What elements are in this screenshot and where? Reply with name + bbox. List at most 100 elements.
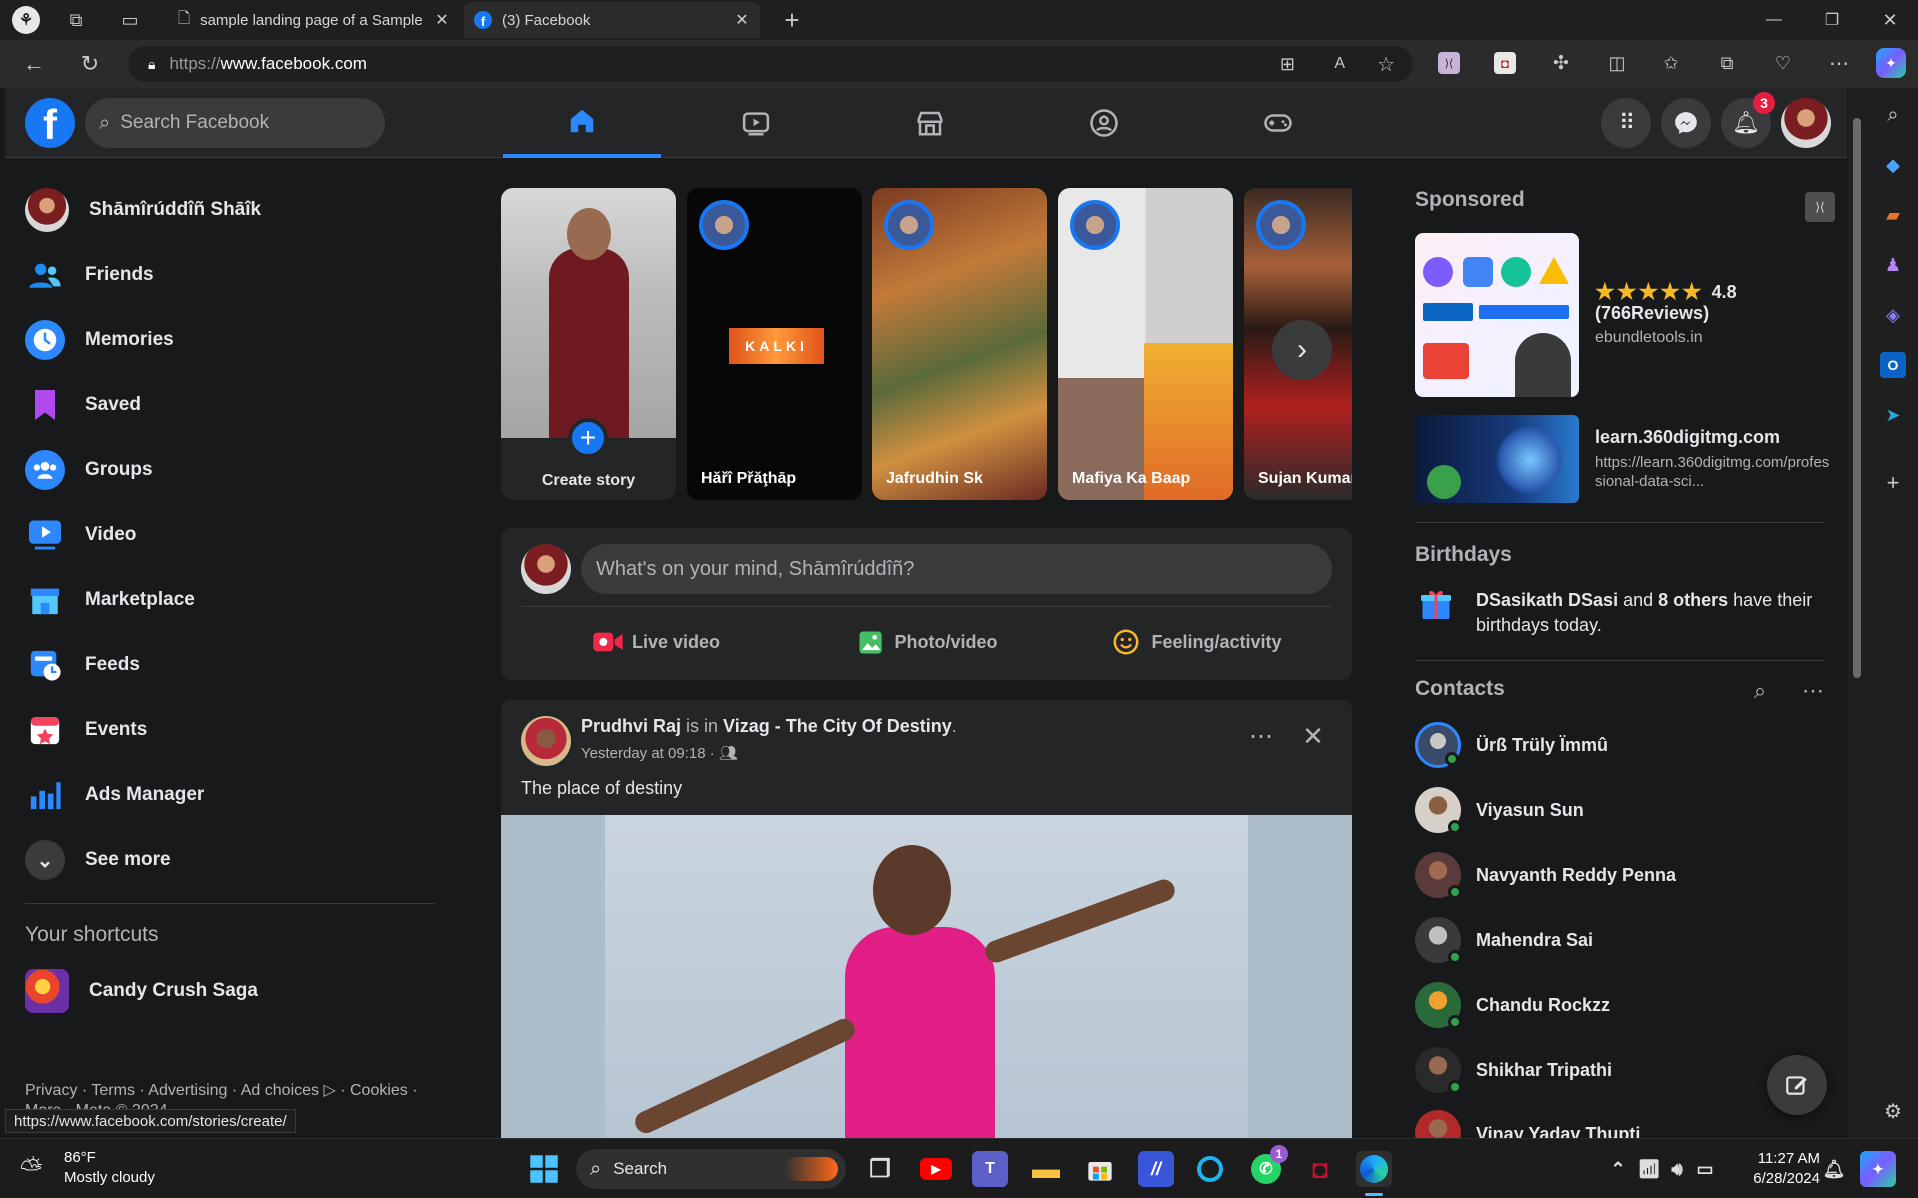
tools-icon[interactable]: ▰ <box>1880 202 1906 228</box>
contact-item[interactable]: Chandu Rockzz <box>1415 980 1610 1030</box>
facebook-search-input[interactable]: ⌕ Search Facebook <box>85 98 385 148</box>
outlook-icon[interactable]: O <box>1880 352 1906 378</box>
teams-icon[interactable]: T <box>972 1151 1008 1187</box>
facebook-logo[interactable]: f <box>25 98 75 148</box>
minimize-icon[interactable]: — <box>1760 6 1788 34</box>
wifi-icon[interactable]: 📶︎ <box>1636 1151 1662 1187</box>
restore-icon[interactable]: ❐ <box>1818 6 1846 34</box>
contact-item[interactable]: Vinay Yadav Thupti <box>1415 1110 1640 1138</box>
sidebar-item-friends[interactable]: Friends <box>25 250 154 300</box>
post-image[interactable] <box>501 815 1352 1138</box>
microsoft-store-icon[interactable] <box>1082 1151 1118 1187</box>
sponsored-ad[interactable]: learn.360digitmg.com https://learn.360di… <box>1415 415 1850 505</box>
sidebar-item-events[interactable]: Events <box>25 705 147 755</box>
tab-facebook[interactable]: f (3) Facebook ✕ <box>464 2 760 38</box>
close-window-icon[interactable]: ✕ <box>1876 6 1904 34</box>
new-message-button[interactable] <box>1767 1055 1827 1115</box>
see-more-button[interactable]: ⌄ See more <box>25 835 171 885</box>
nav-video[interactable] <box>677 88 835 158</box>
menu-button[interactable]: ⠿ <box>1601 98 1651 148</box>
copilot-taskbar-icon[interactable]: ✦ <box>1860 1151 1896 1187</box>
copilot-icon[interactable]: ✦ <box>1876 48 1906 78</box>
contacts-search-icon[interactable]: ⌕ <box>1745 676 1775 706</box>
live-video-button[interactable]: Live video <box>521 614 791 670</box>
shortcut-candy-crush[interactable]: Candy Crush Saga <box>25 966 258 1016</box>
url-field[interactable]: 🔒︎ https://www.facebook.com ⊞ A ☆ <box>128 46 1413 82</box>
youtube-icon[interactable]: ▶ <box>918 1151 954 1187</box>
shopping-tag-icon[interactable]: ◆ <box>1880 152 1906 178</box>
taskbar-search[interactable]: ⌕ Search <box>576 1149 846 1189</box>
code-editor-icon[interactable]: // <box>1138 1151 1174 1187</box>
feeling-activity-button[interactable]: Feeling/activity <box>1061 614 1332 670</box>
contacts-more-icon[interactable]: ⋯ <box>1798 676 1828 706</box>
post-author[interactable]: Prudhvi Raj <box>581 716 681 736</box>
search-icon[interactable]: ⌕ <box>1880 102 1906 128</box>
scrollbar-thumb[interactable] <box>1853 118 1861 678</box>
weather-widget[interactable]: ⛅︎ 86°F Mostly cloudy <box>20 1147 180 1191</box>
sidebar-settings-icon[interactable]: ⚙ <box>1880 1098 1906 1124</box>
ad-options-icon[interactable]: ⟩⟨ <box>1805 192 1835 222</box>
story-card[interactable]: Jafrudhin Sk <box>872 188 1047 500</box>
telegram-icon[interactable]: ➤ <box>1880 402 1906 428</box>
read-aloud-icon[interactable]: A <box>1334 55 1345 73</box>
task-view-icon[interactable]: ❐ <box>862 1151 898 1187</box>
split-screen-icon[interactable]: ◫ <box>1604 50 1630 76</box>
favorite-star-icon[interactable]: ☆ <box>1377 52 1395 77</box>
show-hidden-icons[interactable]: ⌃ <box>1600 1151 1636 1187</box>
post-more-icon[interactable]: ⋯ <box>1243 718 1279 754</box>
sidebar-item-saved[interactable]: Saved <box>25 380 141 430</box>
app-available-icon[interactable]: ⊞ <box>1280 54 1295 75</box>
collections-icon[interactable]: ⧉ <box>1714 50 1740 76</box>
post-close-icon[interactable]: ✕ <box>1295 718 1331 754</box>
back-icon[interactable]: ← <box>20 50 48 78</box>
page-scrollbar[interactable] <box>1848 88 1866 1138</box>
add-story-icon[interactable]: + <box>568 418 608 458</box>
messenger-button[interactable] <box>1661 98 1711 148</box>
story-card[interactable]: KALKI Hăřî Přăţhāp <box>687 188 862 500</box>
add-sidebar-app-icon[interactable]: + <box>1880 470 1906 496</box>
post-timestamp[interactable]: Yesterday at 09:18 · 👥︎ <box>581 744 738 762</box>
footer-links[interactable]: Privacy · Terms · Advertising · Ad choic… <box>25 1080 418 1100</box>
close-tab-icon[interactable]: ✕ <box>434 10 450 30</box>
create-story-card[interactable]: + Create story <box>501 188 676 500</box>
edge-browser-icon[interactable] <box>1356 1151 1392 1187</box>
sidebar-item-profile[interactable]: Shāmîrúddîñ Shāîk <box>25 185 261 235</box>
sidebar-item-marketplace[interactable]: Marketplace <box>25 575 195 625</box>
post-place[interactable]: Vizag - The City Of Destiny <box>723 716 952 736</box>
sidebar-item-video[interactable]: Video <box>25 510 136 560</box>
extension-terminal-icon[interactable]: ⟩⟨ <box>1438 52 1460 74</box>
sidebar-item-memories[interactable]: Memories <box>25 315 174 365</box>
tab-actions-icon[interactable]: ▭ <box>118 8 142 32</box>
contact-item[interactable]: Mahendra Sai <box>1415 915 1593 965</box>
clock[interactable]: 11:27 AM 6/28/2024 <box>1730 1149 1820 1189</box>
photo-video-button[interactable]: Photo/video <box>791 614 1061 670</box>
close-tab-icon[interactable]: ✕ <box>734 10 750 30</box>
tab-sample-landing[interactable]: 🗋 sample landing page of a Sample ✕ <box>168 2 460 38</box>
stories-next-button[interactable]: › <box>1272 320 1332 380</box>
nav-home[interactable] <box>503 88 661 158</box>
file-explorer-icon[interactable]: ▬ <box>1028 1151 1064 1187</box>
battery-icon[interactable]: ▭ <box>1692 1151 1718 1187</box>
story-card[interactable]: Mafiya Ka Baap <box>1058 188 1233 500</box>
favorites-icon[interactable]: ✩ <box>1658 50 1684 76</box>
sidebar-item-ads-manager[interactable]: Ads Manager <box>25 770 204 820</box>
composer-input[interactable]: What's on your mind, Shāmîrúddîñ? <box>581 544 1332 594</box>
account-avatar[interactable] <box>1781 98 1831 148</box>
contact-item[interactable]: Ürß Trüly Ïmmû <box>1415 720 1608 770</box>
contact-item[interactable]: Shikhar Tripathi <box>1415 1045 1612 1095</box>
settings-more-icon[interactable]: ⋯ <box>1826 50 1852 76</box>
whatsapp-icon[interactable]: ✆ 1 <box>1248 1145 1288 1187</box>
contact-item[interactable]: Navyanth Reddy Penna <box>1415 850 1676 900</box>
nav-groups[interactable] <box>1025 88 1183 158</box>
nav-marketplace[interactable] <box>851 88 1009 158</box>
notification-bell-icon[interactable]: 🔔︎ <box>1820 1151 1848 1187</box>
copilot-sidebar-icon[interactable]: ◈ <box>1880 302 1906 328</box>
games-icon[interactable]: ♟ <box>1880 252 1906 278</box>
extensions-puzzle-icon[interactable]: ✣ <box>1548 50 1574 76</box>
extension-mcafee-icon[interactable]: ◘ <box>1494 52 1516 74</box>
nav-gaming[interactable] <box>1199 88 1357 158</box>
post-author-avatar[interactable] <box>521 716 571 766</box>
volume-icon[interactable]: 🔊︎ <box>1664 1151 1690 1187</box>
refresh-icon[interactable]: ↻ <box>76 50 104 78</box>
browser-health-icon[interactable]: ♡ <box>1770 50 1796 76</box>
